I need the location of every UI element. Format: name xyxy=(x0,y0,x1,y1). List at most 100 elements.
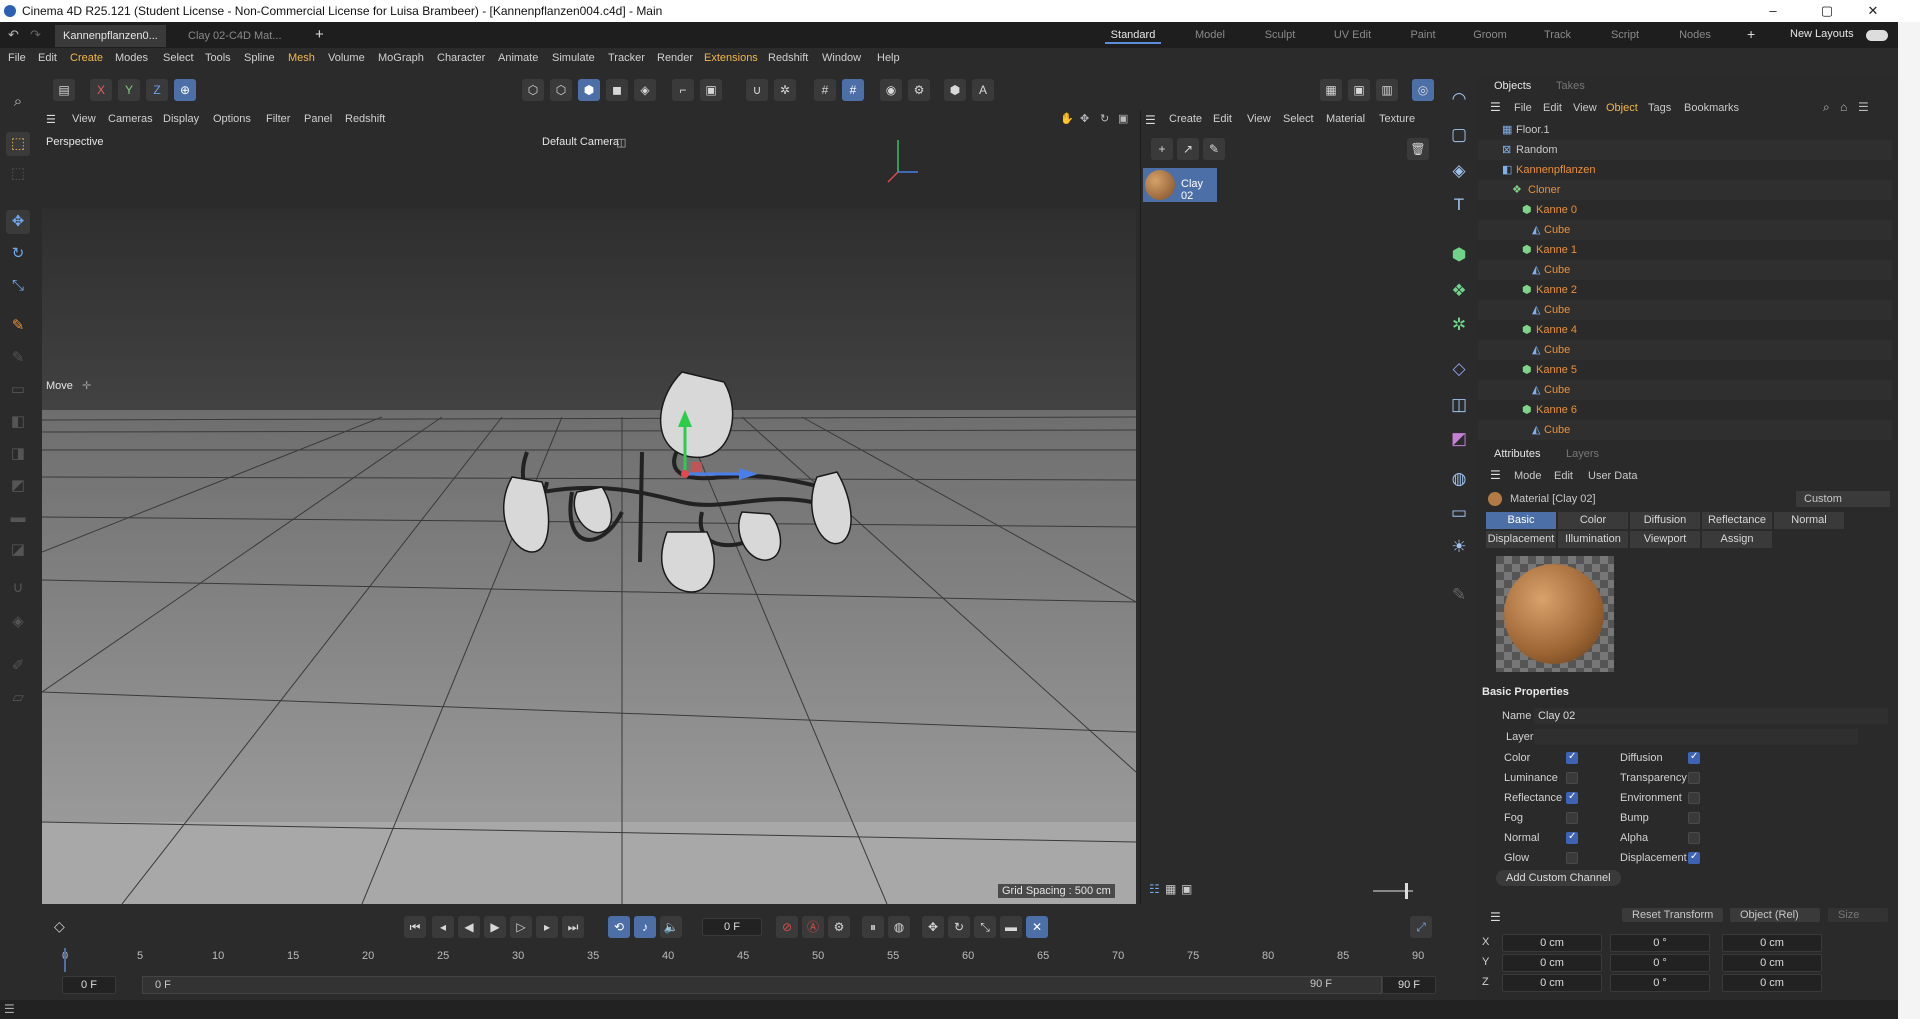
menu-redshift[interactable]: Redshift xyxy=(768,52,808,64)
layout-tab-nodes[interactable]: Nodes xyxy=(1670,26,1720,44)
viewport-menu-redshift[interactable]: Redshift xyxy=(345,113,385,125)
menu-animate[interactable]: Animate xyxy=(498,52,538,64)
hex-icon[interactable]: ⬢ xyxy=(944,79,966,101)
prev-key-icon[interactable]: ◂ xyxy=(432,916,454,938)
coord-mode-dropdown[interactable]: Object (Rel) xyxy=(1730,908,1820,922)
normal-checkbox[interactable] xyxy=(1566,831,1578,844)
scale-key-icon[interactable]: ⤡ xyxy=(974,916,996,938)
light-icon[interactable]: ☀ xyxy=(1446,534,1472,560)
solo-icon[interactable]: ▣ xyxy=(700,79,722,101)
tab-layers[interactable]: Layers xyxy=(1566,448,1599,460)
material-swatch-clay[interactable]: Clay 02 xyxy=(1143,168,1217,202)
render-settings-icon[interactable]: ⚙ xyxy=(908,79,930,101)
displacement-checkbox[interactable] xyxy=(1688,851,1700,864)
menu-simulate[interactable]: Simulate xyxy=(552,52,595,64)
camera-icon[interactable]: ◫ xyxy=(616,136,626,149)
object-row-kannenpflanzen[interactable]: ◧ Kannenpflanzen xyxy=(1478,160,1892,180)
obj-menu-tags[interactable]: Tags xyxy=(1648,102,1671,114)
speaker-icon[interactable]: 🔈 xyxy=(660,916,682,938)
viewport-hamburger-icon[interactable]: ☰ xyxy=(46,113,56,126)
viewport-menu-view[interactable]: View xyxy=(72,113,96,125)
snap-settings-icon[interactable]: ✲ xyxy=(774,79,796,101)
model-mode-icon[interactable]: ◼ xyxy=(606,79,628,101)
attributes-hamburger-icon[interactable]: ☰ xyxy=(1490,468,1501,482)
list-view-icon[interactable]: ☷ xyxy=(1149,882,1160,896)
bump-checkbox[interactable] xyxy=(1688,812,1700,824)
layout-tab-groom[interactable]: Groom xyxy=(1465,26,1515,44)
mat-menu-view[interactable]: View xyxy=(1247,113,1271,125)
attr-menu-user-data[interactable]: User Data xyxy=(1588,470,1638,482)
key-settings-icon[interactable]: ⚙ xyxy=(828,916,850,938)
magnet-tool-icon[interactable]: ∪ xyxy=(6,576,30,600)
viewport-menu-options[interactable]: Options xyxy=(213,113,251,125)
eraser-icon[interactable]: ▱ xyxy=(6,686,30,710)
redshift-icon[interactable]: ◎ xyxy=(1412,79,1434,101)
tab-objects[interactable]: Objects xyxy=(1494,80,1531,92)
size-x-field[interactable]: 0 cm xyxy=(1722,934,1822,952)
preset-dropdown[interactable]: Custom xyxy=(1796,491,1890,507)
bridge-icon[interactable]: ◩ xyxy=(6,474,30,498)
obj-menu-file[interactable]: File xyxy=(1514,102,1532,114)
material-hamburger-icon[interactable]: ☰ xyxy=(1145,113,1156,127)
glow-checkbox[interactable] xyxy=(1566,852,1578,864)
object-row-kanne[interactable]: ⬢ Kanne 2 xyxy=(1478,280,1892,300)
rotate-tool-icon[interactable]: ↻ xyxy=(6,242,30,266)
3d-viewport[interactable]: Perspective Default Camera ◫ Move ✛ Grid… xyxy=(42,132,1136,904)
object-row-kanne[interactable]: ⬢ Kanne 5 xyxy=(1478,360,1892,380)
start-frame-field[interactable]: 0 F xyxy=(62,976,116,994)
edges-mode-icon[interactable]: ⬡ xyxy=(550,79,572,101)
environment-checkbox[interactable] xyxy=(1688,792,1700,804)
record-icon[interactable]: ⊘ xyxy=(776,916,798,938)
grid-view-icon[interactable]: ▦ xyxy=(1165,882,1176,896)
orbit-icon[interactable]: ↻ xyxy=(1100,112,1109,125)
cube-object-icon[interactable]: ◈ xyxy=(1446,158,1472,184)
filter-icon[interactable]: ☰ xyxy=(1858,100,1869,114)
fcurve-icon[interactable]: ⤢ xyxy=(1410,916,1432,938)
channel-tab-displacement[interactable]: Displacement xyxy=(1486,531,1556,548)
add-custom-channel-button[interactable]: Add Custom Channel xyxy=(1496,870,1621,886)
go-to-start-icon[interactable]: ⏮ xyxy=(404,916,426,938)
menu-mograph[interactable]: MoGraph xyxy=(378,52,424,64)
selection-tool-icon[interactable]: ⬚ xyxy=(6,132,30,156)
arrow-icon[interactable]: ↗ xyxy=(1177,138,1199,160)
coords-hamburger-icon[interactable]: ☰ xyxy=(1490,910,1501,924)
undo-icon[interactable]: ↶ xyxy=(8,27,19,43)
menu-character[interactable]: Character xyxy=(437,52,485,64)
camera-object-icon[interactable]: ▭ xyxy=(1446,500,1472,526)
frame-range-slider[interactable]: 0 F xyxy=(142,976,1382,994)
viewport-menu-display[interactable]: Display xyxy=(163,113,199,125)
tab-takes[interactable]: Takes xyxy=(1556,80,1585,92)
menu-tools[interactable]: Tools xyxy=(205,52,231,64)
maximize-button[interactable]: ▢ xyxy=(1804,0,1850,22)
viewport-move-icon[interactable]: ✥ xyxy=(1080,112,1089,125)
add-material-icon[interactable]: + xyxy=(1151,138,1173,160)
doc-tab-active[interactable]: Kannenpflanzen0... xyxy=(55,25,166,47)
alpha-checkbox[interactable] xyxy=(1688,832,1700,844)
redo-icon[interactable]: ↷ xyxy=(30,27,41,43)
doc-tab[interactable]: Clay 02-C4D Mat... xyxy=(180,25,290,47)
text-object-icon[interactable]: T xyxy=(1446,192,1472,218)
axis-x-button[interactable]: X xyxy=(90,79,112,101)
large-view-icon[interactable]: ▣ xyxy=(1181,882,1192,896)
close-button[interactable]: ✕ xyxy=(1850,0,1896,22)
cube-tool-icon[interactable]: ◈ xyxy=(6,610,30,634)
pan-icon[interactable]: ✋ xyxy=(1060,112,1074,125)
paint-tool-icon[interactable]: ✎ xyxy=(6,314,30,338)
viewport-menu-filter[interactable]: Filter xyxy=(266,113,290,125)
attr-menu-edit[interactable]: Edit xyxy=(1554,470,1573,482)
rotation-key-icon[interactable]: ↻ xyxy=(948,916,970,938)
layout-toggle[interactable] xyxy=(1866,30,1888,41)
channel-tab-assign[interactable]: Assign xyxy=(1702,531,1772,548)
object-row-cube[interactable]: ◭ Cube xyxy=(1478,220,1892,240)
magnet-icon[interactable]: ∪ xyxy=(746,79,768,101)
layout-tab-track[interactable]: Track xyxy=(1535,26,1580,44)
menu-tracker[interactable]: Tracker xyxy=(608,52,645,64)
position-key-icon[interactable]: ✥ xyxy=(922,916,944,938)
obj-menu-bookmarks[interactable]: Bookmarks xyxy=(1684,102,1739,114)
menu-render[interactable]: Render xyxy=(657,52,693,64)
layout-tab-uv-edit[interactable]: UV Edit xyxy=(1325,26,1380,44)
mat-menu-create[interactable]: Create xyxy=(1169,113,1202,125)
object-row-cube[interactable]: ◭ Cube xyxy=(1478,420,1892,440)
menu-spline[interactable]: Spline xyxy=(244,52,275,64)
pla-key-icon[interactable]: ✕ xyxy=(1026,916,1048,938)
